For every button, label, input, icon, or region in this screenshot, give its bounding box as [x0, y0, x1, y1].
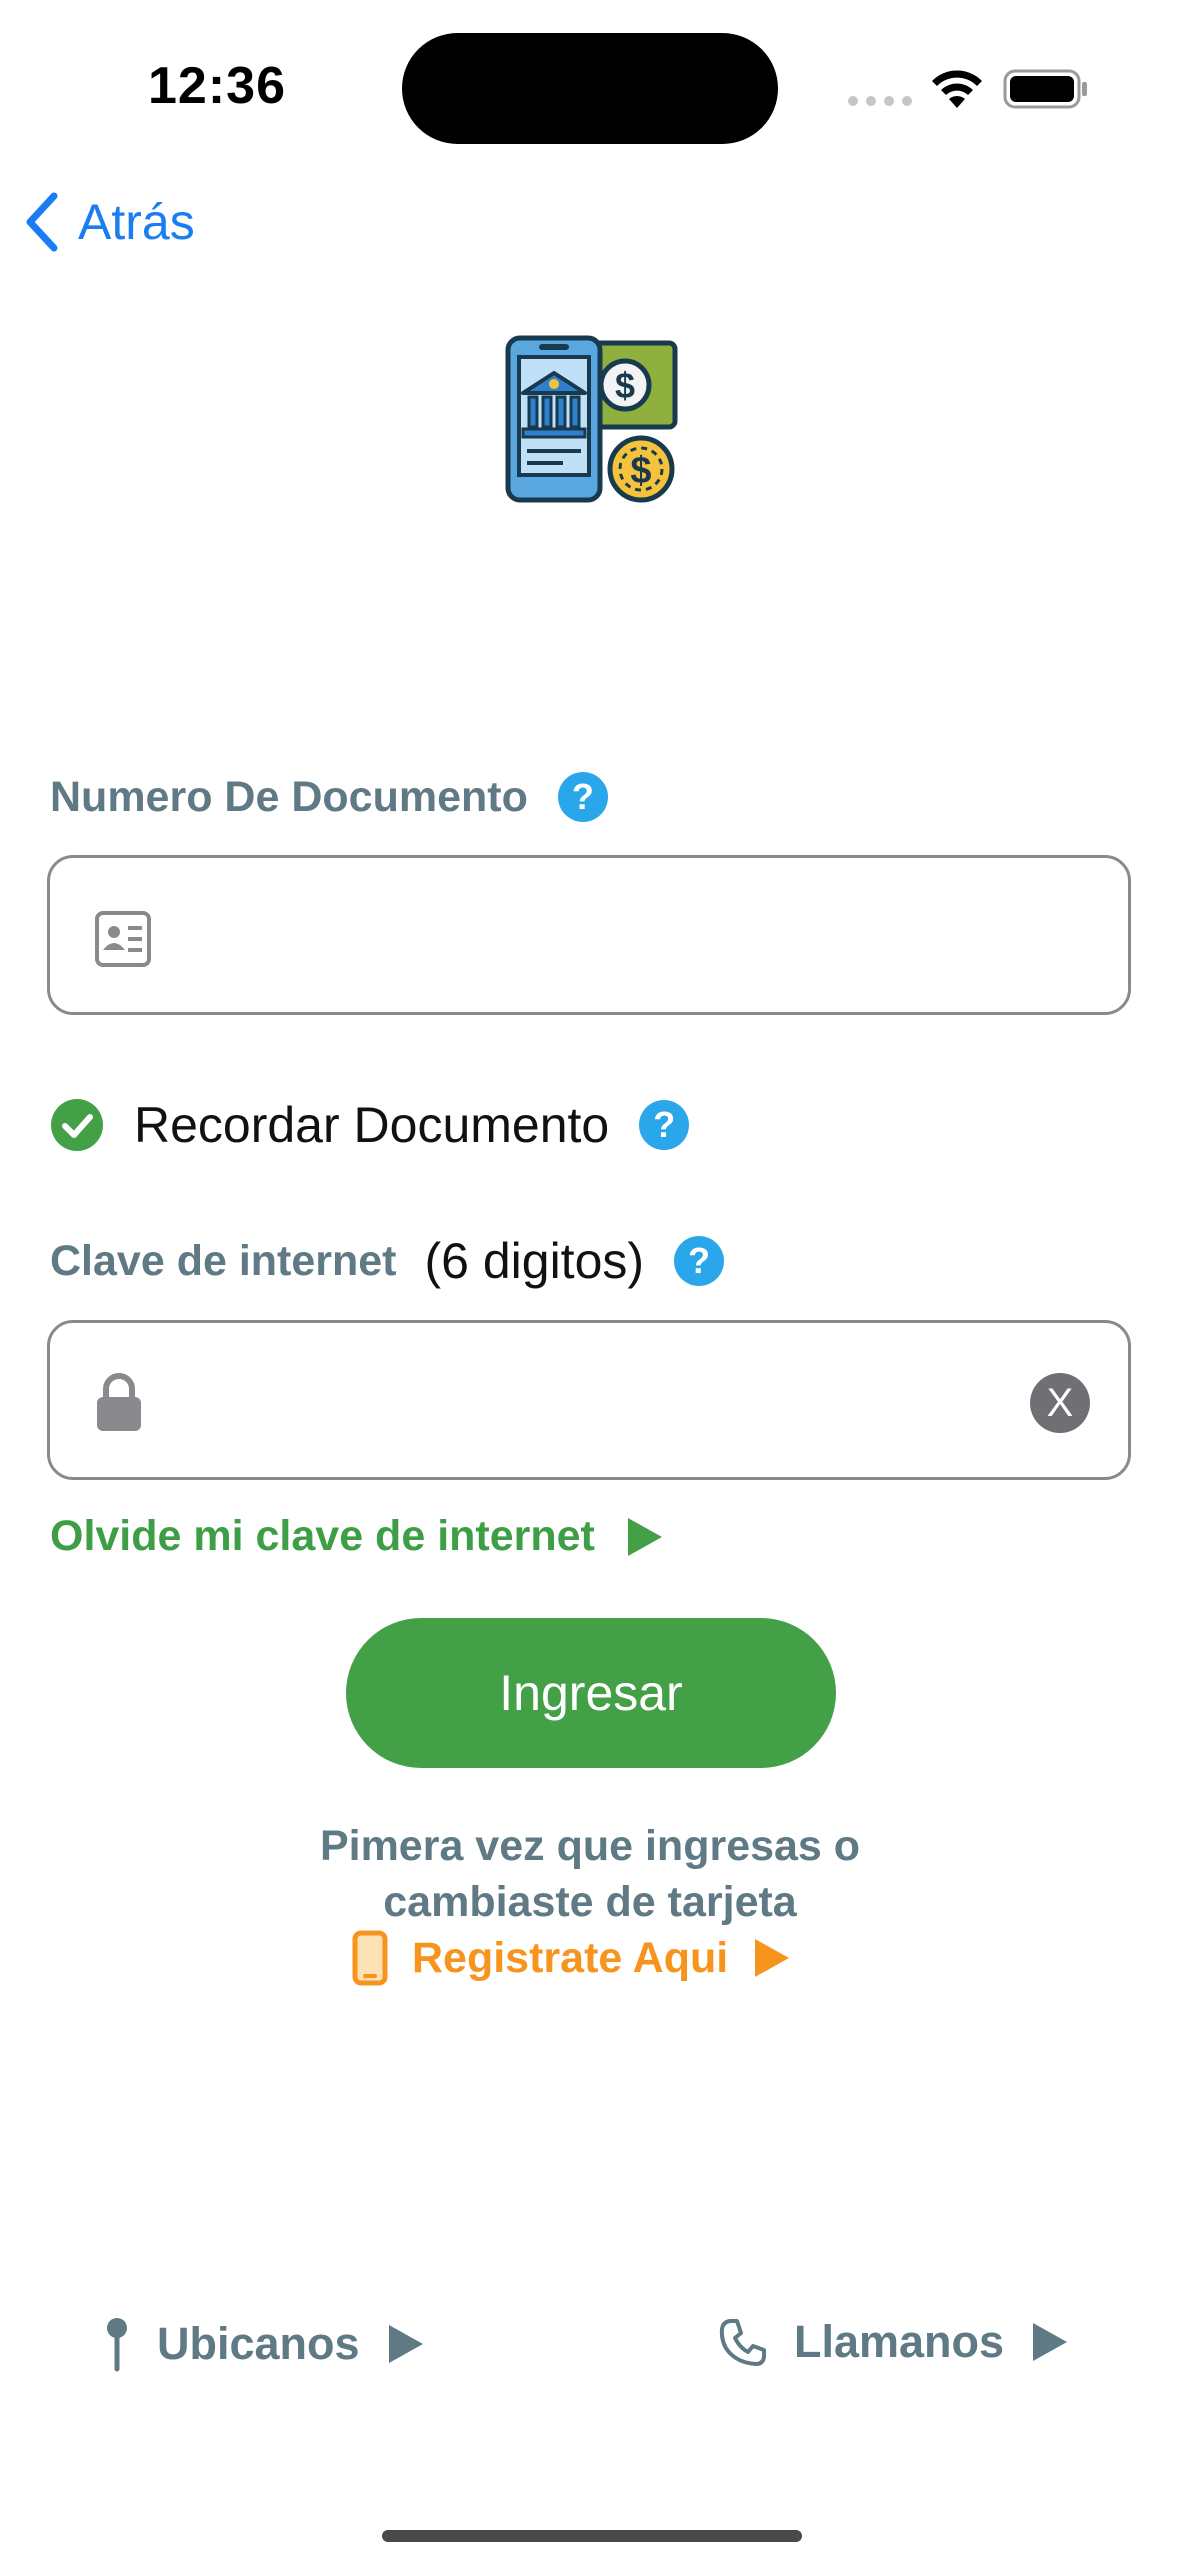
back-label: Atrás — [78, 194, 195, 250]
lock-icon — [97, 1373, 141, 1431]
password-help-button[interactable]: ? — [674, 1236, 725, 1286]
help-icon: ? — [571, 776, 594, 817]
help-icon: ? — [653, 1104, 676, 1145]
play-arrow-icon — [627, 1517, 662, 1556]
password-hint: (6 digitos) — [424, 1233, 645, 1289]
document-field[interactable] — [47, 855, 1131, 1015]
id-card-icon — [95, 911, 151, 967]
document-label: Numero De Documento — [50, 772, 528, 821]
document-input[interactable] — [190, 898, 1014, 976]
remember-label: Recordar Documento — [134, 1097, 610, 1153]
help-icon: ? — [688, 1240, 711, 1281]
forgot-password-link[interactable]: Olvide mi clave de internet — [50, 1512, 665, 1561]
first-time-line2: cambiaste de tarjeta — [383, 1878, 797, 1926]
document-help-button[interactable]: ? — [557, 772, 608, 822]
svg-text:$: $ — [630, 450, 651, 492]
register-label: Registrate Aqui — [412, 1933, 729, 1982]
forgot-label: Olvide mi clave de internet — [50, 1512, 595, 1560]
locate-label: Ubicanos — [157, 2318, 360, 2369]
cellular-signal-icon — [848, 96, 912, 106]
register-link[interactable]: Registrate Aqui — [352, 1930, 792, 1986]
wifi-icon — [932, 70, 982, 108]
dynamic-island — [402, 33, 778, 144]
chevron-left-icon — [26, 192, 58, 252]
first-time-text: Pimera vez que ingresas o cambiaste de t… — [240, 1818, 940, 1930]
clear-x-icon: X — [1046, 1380, 1074, 1425]
status-time: 12:36 — [148, 57, 286, 115]
smartphone-icon — [352, 1930, 388, 1986]
call-label: Llamanos — [794, 2316, 1005, 2367]
battery-icon — [1003, 69, 1087, 109]
play-arrow-icon — [1033, 2323, 1068, 2361]
back-button[interactable]: Atrás — [22, 192, 195, 252]
checkmark-circle-icon[interactable] — [50, 1098, 104, 1152]
first-time-line1: Pimera vez que ingresas o — [319, 1822, 861, 1870]
location-pin-icon — [107, 2318, 127, 2372]
play-arrow-icon — [755, 1939, 790, 1977]
password-input[interactable] — [190, 1363, 1014, 1441]
home-indicator[interactable] — [382, 2530, 802, 2542]
clear-password-button[interactable]: X — [1030, 1373, 1090, 1433]
password-field[interactable]: X — [47, 1320, 1131, 1480]
bank-app-logo: $ $ — [505, 335, 678, 503]
login-button[interactable]: Ingresar — [346, 1618, 836, 1768]
call-us-link[interactable]: Llamanos — [718, 2316, 1070, 2368]
phone-icon — [719, 2319, 766, 2366]
password-label: Clave de internet — [50, 1236, 397, 1285]
locate-us-link[interactable]: Ubicanos — [103, 2316, 426, 2372]
svg-text:$: $ — [615, 365, 635, 406]
play-arrow-icon — [388, 2325, 423, 2363]
remember-help-button[interactable]: ? — [639, 1100, 690, 1150]
